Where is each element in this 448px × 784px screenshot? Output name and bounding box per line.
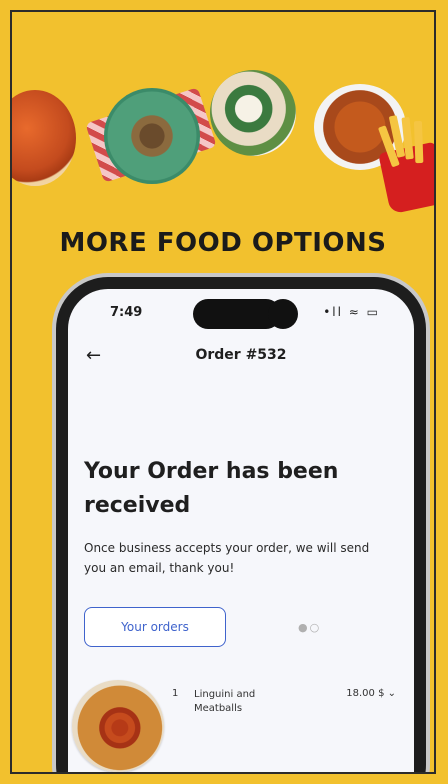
fries-image — [377, 115, 434, 215]
promo-frame: MORE FOOD OPTIONS 7:49 •ll ≈ ▭ ← Order #… — [10, 10, 436, 774]
pizza-image — [12, 90, 76, 186]
order-item-row: 1 Linguini and Meatballs 18.00 $ ⌄ — [68, 674, 414, 772]
item-quantity: 1 — [172, 688, 179, 699]
item-price[interactable]: 18.00 $ ⌄ — [346, 688, 396, 699]
item-name: Linguini and Meatballs — [194, 689, 256, 714]
camera-icon — [268, 299, 298, 329]
order-received-description: Once business accepts your order, we wil… — [84, 541, 370, 575]
order-received-heading: Your Order has been received — [84, 459, 339, 518]
page-title: Order #532 — [195, 347, 287, 363]
phone-screen: 7:49 •ll ≈ ▭ ← Order #532 Your Order has… — [68, 289, 414, 772]
salad-image — [210, 70, 296, 156]
headline: MORE FOOD OPTIONS — [59, 228, 387, 258]
phone-mockup: 7:49 •ll ≈ ▭ ← Order #532 Your Order has… — [56, 277, 426, 772]
meatballs-image — [72, 680, 164, 772]
signal-wifi-battery-icons: •ll ≈ ▭ — [323, 305, 380, 319]
top-nav: ← Order #532 — [68, 345, 414, 375]
status-bar: 7:49 •ll ≈ ▭ — [68, 299, 414, 329]
your-orders-button[interactable]: Your orders — [84, 607, 226, 647]
status-time: 7:49 — [110, 305, 143, 320]
loading-dots: ●○ — [298, 621, 322, 634]
taco-image — [104, 88, 200, 184]
